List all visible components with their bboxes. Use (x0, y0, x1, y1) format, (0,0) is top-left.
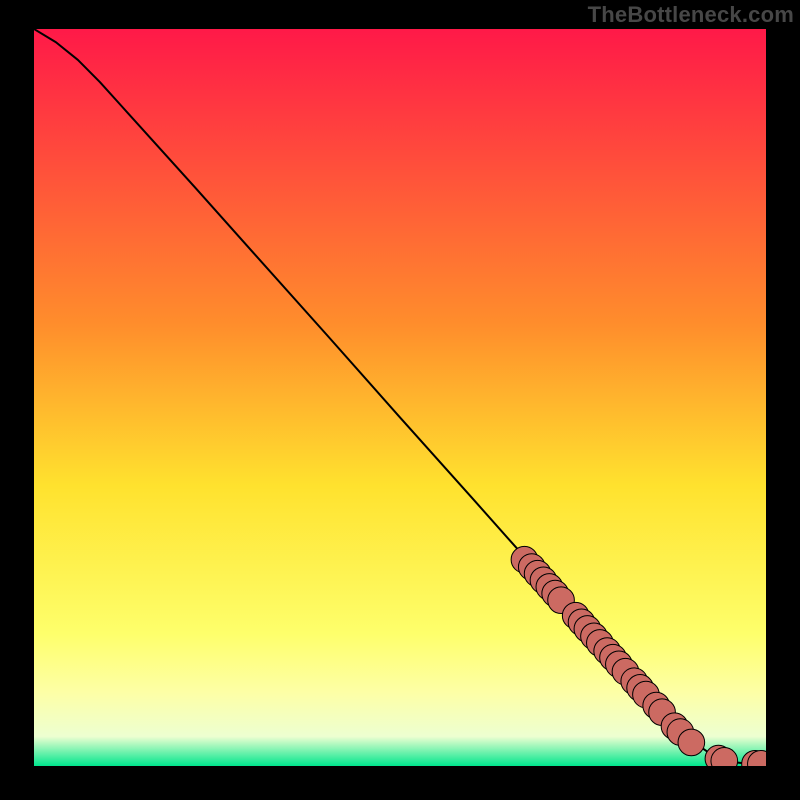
data-dot (678, 729, 705, 756)
watermark-text: TheBottleneck.com (588, 2, 794, 28)
plot-area (34, 29, 766, 766)
gradient-background (34, 29, 766, 766)
chart-frame: TheBottleneck.com (0, 0, 800, 800)
chart-svg (34, 29, 766, 766)
